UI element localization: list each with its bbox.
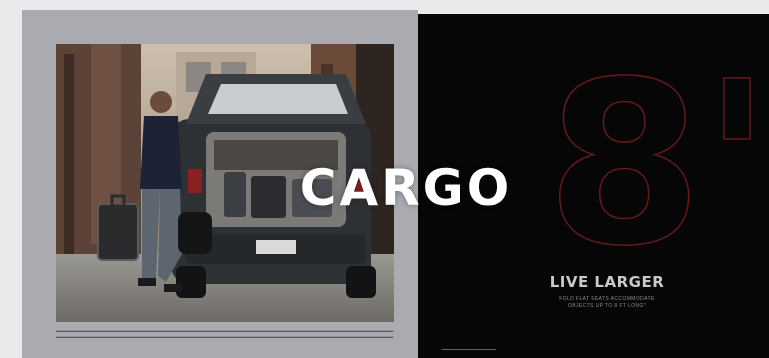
- big-number-text: 8': [546, 34, 769, 296]
- tagline: FOLD FLAT SEATS ACCOMMODATE OBJECTS UP T…: [547, 296, 667, 310]
- tagline-line-1: FOLD FLAT SEATS ACCOMMODATE: [559, 296, 655, 302]
- footnote: ▬▬▬▬▬▬▬▬▬▬▬▬▬▬▬▬▬▬: [442, 347, 496, 351]
- tagline-line-2: OBJECTS UP TO 8 FT LONG*: [567, 303, 647, 309]
- caption-block: ▬▬▬▬▬▬▬▬▬▬▬▬▬▬▬▬▬▬▬▬▬▬▬▬▬▬▬▬▬▬▬▬▬▬▬▬▬▬▬▬…: [56, 328, 394, 340]
- section-title: CARGO: [299, 159, 513, 217]
- headline: LIVE LARGER: [549, 273, 665, 291]
- brochure-spread: ▬▬▬▬▬▬▬▬▬▬▬▬▬▬▬▬▬▬▬▬▬▬▬▬▬▬▬▬▬▬▬▬▬▬▬▬▬▬▬▬…: [0, 0, 769, 358]
- caption-line-2: ▬▬▬▬▬▬▬▬▬▬▬▬▬▬▬▬▬▬▬▬▬▬▬▬▬▬▬▬▬▬▬▬▬▬▬▬▬▬▬▬…: [56, 334, 394, 339]
